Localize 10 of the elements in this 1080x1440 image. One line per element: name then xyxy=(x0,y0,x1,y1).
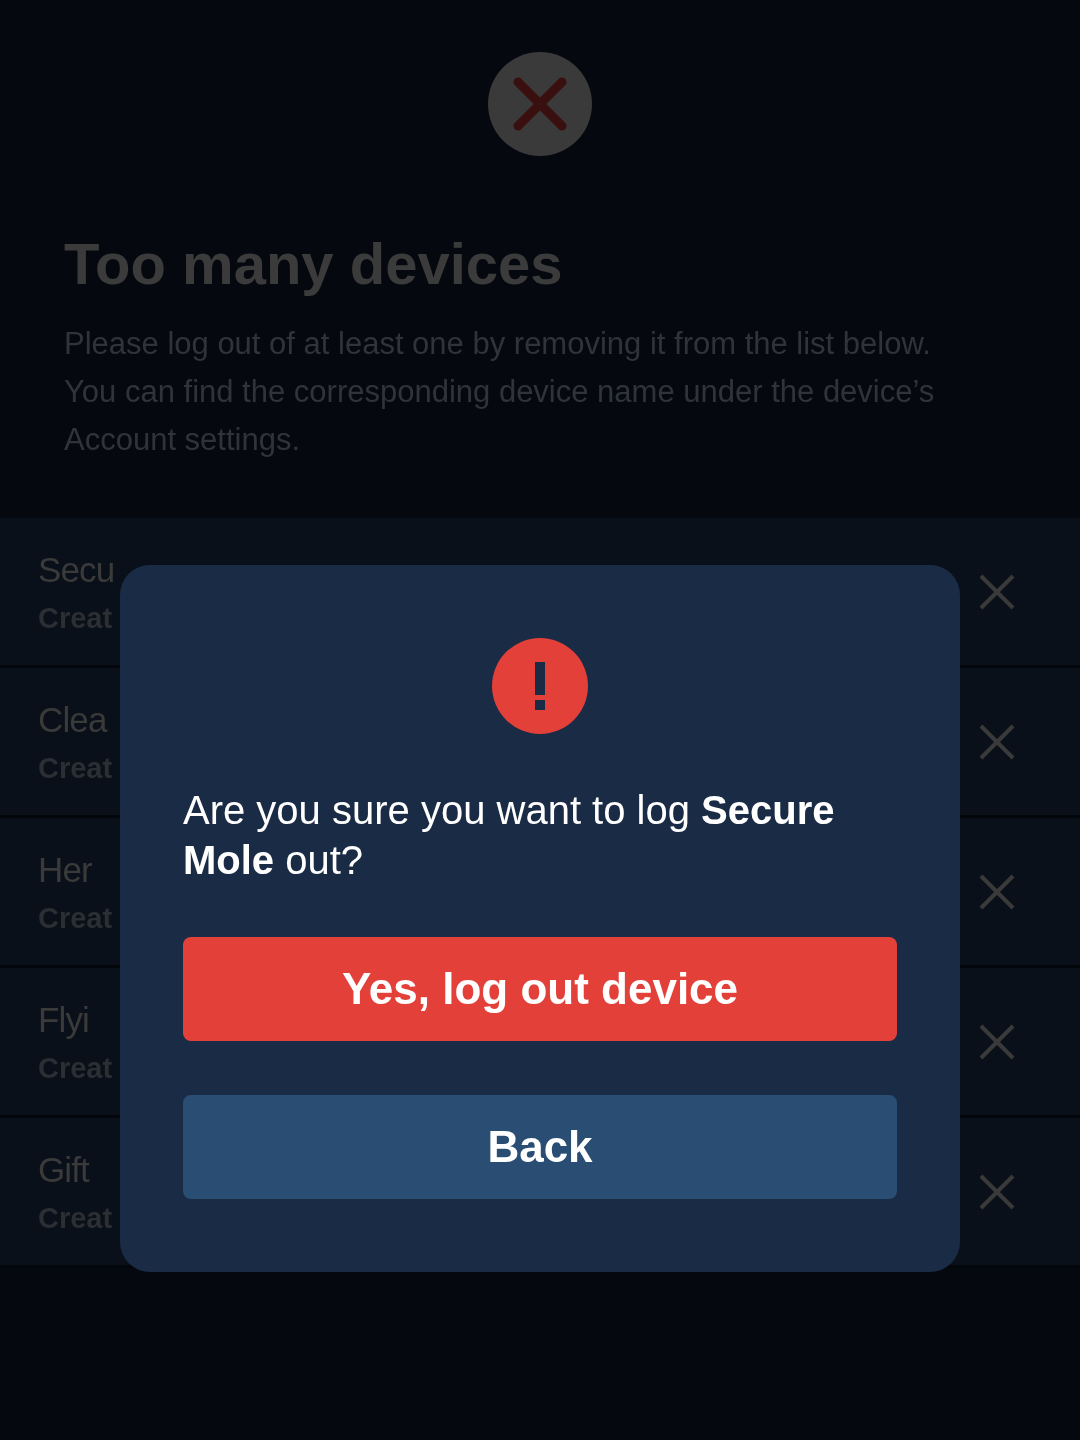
close-icon[interactable] xyxy=(979,1173,1015,1210)
confirmation-message: Are you sure you want to log Secure Mole out? xyxy=(183,787,836,884)
close-icon[interactable] xyxy=(979,873,1015,910)
back-button[interactable]: Back xyxy=(183,1095,897,1199)
alert-icon xyxy=(492,638,588,734)
logout-button[interactable]: Yes, log out device xyxy=(183,937,897,1041)
close-icon[interactable] xyxy=(979,1023,1015,1060)
close-icon[interactable] xyxy=(979,573,1015,610)
close-icon[interactable] xyxy=(979,723,1015,760)
error-icon xyxy=(488,52,592,156)
